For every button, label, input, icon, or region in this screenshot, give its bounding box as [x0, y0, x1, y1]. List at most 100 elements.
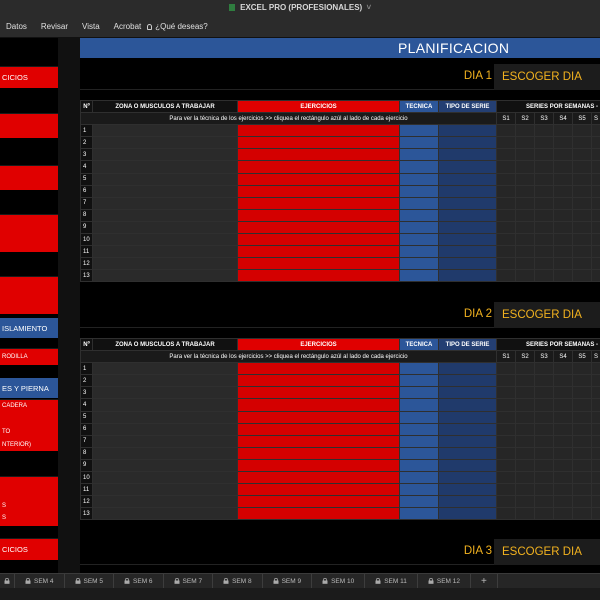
sheet-tab-partial[interactable] [0, 573, 15, 589]
technique-link-cell[interactable] [399, 257, 439, 271]
week-series-cell[interactable] [496, 362, 516, 376]
technique-link-cell[interactable] [399, 184, 439, 198]
week-series-cell[interactable] [496, 374, 516, 388]
menu-acrobat[interactable]: Acrobat [114, 22, 142, 31]
left-red-block[interactable] [0, 214, 58, 252]
week-series-cell[interactable] [553, 398, 573, 412]
week-series-cell[interactable] [534, 160, 554, 174]
week-series-cell[interactable] [590, 398, 600, 412]
week-series-cell[interactable] [515, 446, 535, 460]
zona-cell[interactable] [92, 362, 238, 376]
series-type-cell[interactable] [438, 434, 497, 448]
zona-cell[interactable] [92, 446, 238, 460]
left-section-aislamiento[interactable]: ISLAMIENTO [0, 318, 58, 338]
sheet-tab[interactable]: SEM 7 [164, 573, 214, 589]
zona-cell[interactable] [92, 386, 238, 400]
week-series-cell[interactable] [515, 362, 535, 376]
week-series-cell[interactable] [590, 172, 600, 186]
week-series-cell[interactable] [572, 136, 592, 150]
week-series-cell[interactable] [572, 495, 592, 509]
zona-cell[interactable] [92, 172, 238, 186]
technique-link-cell[interactable] [399, 124, 439, 138]
week-series-cell[interactable] [534, 495, 554, 509]
week-series-cell[interactable] [496, 136, 516, 150]
week-series-cell[interactable] [515, 471, 535, 485]
week-series-cell[interactable] [496, 257, 516, 271]
week-series-cell[interactable] [590, 386, 600, 400]
technique-link-cell[interactable] [399, 458, 439, 473]
week-series-cell[interactable] [515, 124, 535, 138]
zona-cell[interactable] [92, 220, 238, 235]
week-series-cell[interactable] [515, 458, 535, 473]
week-series-cell[interactable] [572, 257, 592, 271]
exercise-cell[interactable] [237, 398, 400, 412]
week-series-cell[interactable] [515, 233, 535, 247]
left-section-header[interactable]: CICIOS [0, 538, 58, 560]
series-type-cell[interactable] [438, 245, 497, 259]
sheet-tab[interactable]: SEM 8 [213, 573, 263, 589]
week-series-cell[interactable] [572, 160, 592, 174]
week-series-cell[interactable] [534, 257, 554, 271]
week-series-cell[interactable] [496, 245, 516, 259]
week-series-cell[interactable] [553, 124, 573, 138]
week-series-cell[interactable] [534, 208, 554, 222]
week-series-cell[interactable] [590, 196, 600, 210]
week-series-cell[interactable] [590, 471, 600, 485]
zona-cell[interactable] [92, 434, 238, 448]
zona-cell[interactable] [92, 184, 238, 198]
week-series-cell[interactable] [515, 483, 535, 497]
tell-me-search[interactable]: ¿Qué deseas? [147, 22, 208, 31]
week-series-cell[interactable] [534, 410, 554, 424]
week-series-cell[interactable] [553, 269, 573, 283]
technique-link-cell[interactable] [399, 507, 439, 521]
exercise-cell[interactable] [237, 446, 400, 460]
week-series-cell[interactable] [515, 398, 535, 412]
sheet-tab[interactable]: SEM 6 [114, 573, 164, 589]
week-series-cell[interactable] [572, 148, 592, 162]
week-series-cell[interactable] [572, 124, 592, 138]
week-series-cell[interactable] [534, 148, 554, 162]
week-series-cell[interactable] [515, 196, 535, 210]
technique-link-cell[interactable] [399, 495, 439, 509]
week-series-cell[interactable] [590, 136, 600, 150]
week-series-cell[interactable] [496, 220, 516, 235]
zona-cell[interactable] [92, 483, 238, 497]
week-series-cell[interactable] [572, 410, 592, 424]
week-series-cell[interactable] [572, 269, 592, 283]
exercise-cell[interactable] [237, 208, 400, 222]
exercise-cell[interactable] [237, 257, 400, 271]
week-series-cell[interactable] [534, 471, 554, 485]
week-series-cell[interactable] [515, 257, 535, 271]
week-series-cell[interactable] [515, 386, 535, 400]
week-series-cell[interactable] [590, 446, 600, 460]
week-series-cell[interactable] [496, 446, 516, 460]
left-red-block[interactable]: CADERA TO NTERIOR) [0, 399, 58, 451]
week-series-cell[interactable] [553, 208, 573, 222]
week-series-cell[interactable] [572, 374, 592, 388]
exercise-cell[interactable] [237, 184, 400, 198]
zona-cell[interactable] [92, 495, 238, 509]
week-series-cell[interactable] [534, 446, 554, 460]
week-series-cell[interactable] [496, 172, 516, 186]
exercise-cell[interactable] [237, 362, 400, 376]
exercise-cell[interactable] [237, 422, 400, 436]
week-series-cell[interactable] [515, 507, 535, 521]
zona-cell[interactable] [92, 233, 238, 247]
series-type-cell[interactable] [438, 269, 497, 283]
technique-link-cell[interactable] [399, 233, 439, 247]
technique-link-cell[interactable] [399, 483, 439, 497]
zona-cell[interactable] [92, 208, 238, 222]
technique-link-cell[interactable] [399, 136, 439, 150]
week-series-cell[interactable] [553, 446, 573, 460]
week-series-cell[interactable] [496, 196, 516, 210]
technique-link-cell[interactable] [399, 208, 439, 222]
week-series-cell[interactable] [553, 507, 573, 521]
technique-link-cell[interactable] [399, 374, 439, 388]
series-type-cell[interactable] [438, 196, 497, 210]
week-series-cell[interactable] [572, 172, 592, 186]
week-series-cell[interactable] [515, 136, 535, 150]
exercise-cell[interactable] [237, 160, 400, 174]
choose-day-dropdown[interactable]: ESCOGER DIA [494, 302, 600, 328]
week-series-cell[interactable] [515, 220, 535, 235]
week-series-cell[interactable] [534, 245, 554, 259]
